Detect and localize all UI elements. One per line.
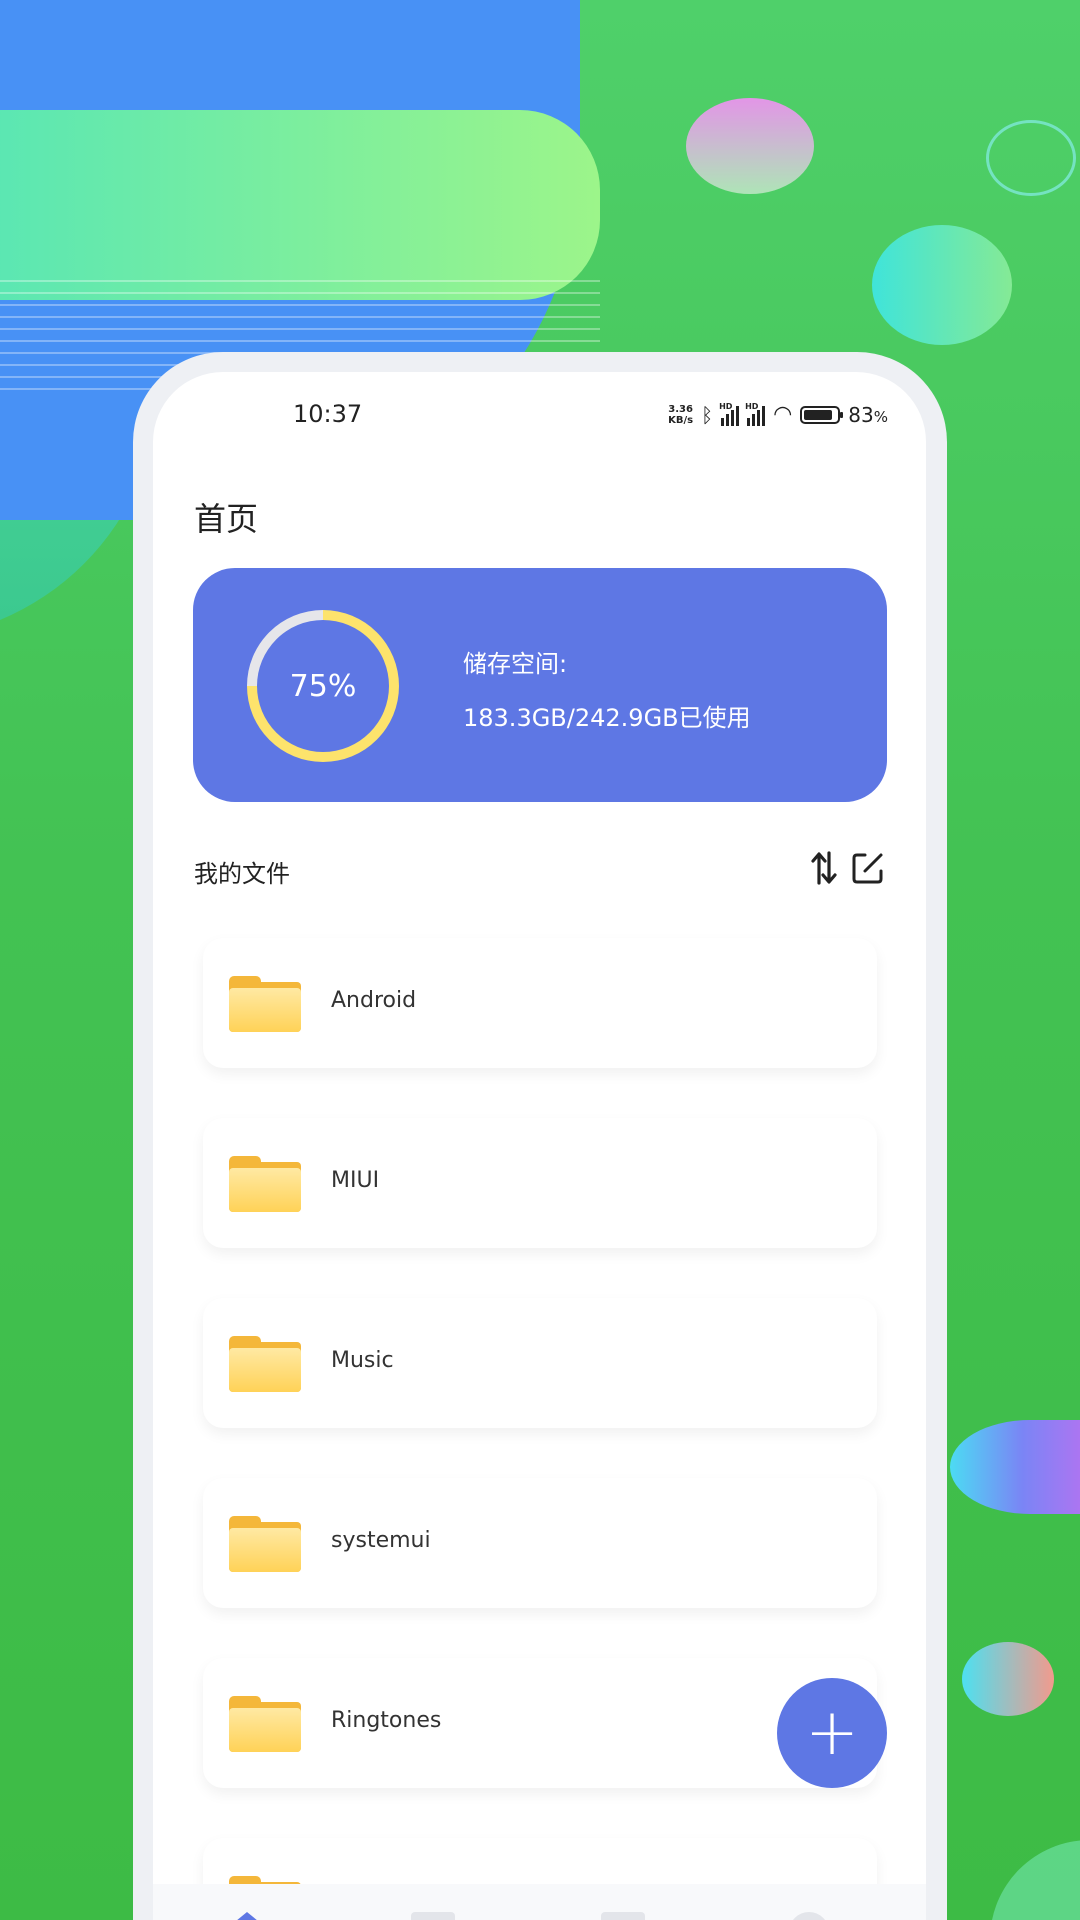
hd-label: HD: [719, 401, 733, 411]
status-bar: 10:37 3.36 KB/s ᛒ HD HD ◠ 83%: [153, 400, 926, 440]
home-icon: [225, 1912, 269, 1920]
files-section-header: 我的文件: [194, 848, 888, 892]
battery-level: 83%: [848, 403, 888, 427]
sort-button[interactable]: [804, 848, 844, 888]
folder-icon: [229, 1336, 301, 1392]
phone-screen: 10:37 3.36 KB/s ᛒ HD HD ◠ 83% 首页 75% 储存空…: [153, 372, 926, 1920]
battery-percent: 83: [848, 402, 874, 427]
file-item-music[interactable]: Music: [203, 1298, 877, 1428]
file-item-systemui[interactable]: systemui: [203, 1478, 877, 1608]
edit-icon: [852, 853, 883, 884]
bluetooth-icon: ᛒ: [701, 402, 714, 427]
decor-cyan-disc: [872, 225, 1012, 345]
folder-icon: [229, 1156, 301, 1212]
battery-icon: [800, 405, 844, 424]
net-speed: 3.36 KB/s: [668, 404, 693, 426]
decor-pink-disc: [686, 98, 814, 194]
file-name: Ringtones: [331, 1708, 442, 1733]
section-title: 我的文件: [194, 860, 290, 888]
sort-icon: [811, 851, 837, 885]
profile-icon: [789, 1912, 829, 1920]
wifi-icon: ◠: [773, 402, 793, 427]
file-icon: [411, 1912, 455, 1920]
storage-card[interactable]: 75% 储存空间: 183.3GB/242.9GB已使用: [193, 568, 887, 802]
nav-home[interactable]: [217, 1912, 277, 1920]
file-item-android[interactable]: Android: [203, 938, 877, 1068]
nav-folder[interactable]: [593, 1912, 653, 1920]
file-item-ringtones[interactable]: Ringtones: [203, 1658, 877, 1788]
hd-label: HD: [745, 401, 759, 411]
plus-icon: +: [805, 1696, 859, 1770]
storage-usage: 183.3GB/242.9GB已使用: [463, 704, 751, 732]
decor-tube: [950, 1420, 1080, 1514]
page-title: 首页: [194, 500, 259, 538]
decor-green-bar: [0, 110, 600, 300]
decor-ring: [986, 120, 1076, 196]
edit-button[interactable]: [848, 848, 888, 888]
folder-icon: [229, 976, 301, 1032]
nav-profile[interactable]: [779, 1912, 839, 1920]
background: 10:37 3.36 KB/s ᛒ HD HD ◠ 83% 首页 75% 储存空…: [0, 0, 1080, 1920]
status-time: 10:37: [293, 400, 363, 428]
net-speed-value: 3.36: [668, 403, 693, 415]
net-speed-unit: KB/s: [668, 414, 694, 426]
signal-icon: HD: [745, 401, 766, 426]
file-name: Music: [331, 1348, 394, 1373]
folder-icon: [601, 1912, 645, 1920]
signal-icon: HD: [719, 401, 740, 426]
add-button[interactable]: +: [777, 1678, 887, 1788]
battery-unit: %: [873, 407, 888, 426]
file-name: systemui: [331, 1528, 431, 1553]
folder-icon: [229, 1696, 301, 1752]
file-name: Android: [331, 988, 417, 1013]
status-icons: 3.36 KB/s ᛒ HD HD ◠ 83%: [668, 401, 888, 428]
bottom-nav: [153, 1884, 926, 1920]
file-name: MIUI: [331, 1168, 380, 1193]
nav-files[interactable]: [403, 1912, 463, 1920]
decor-egg: [962, 1642, 1054, 1716]
decor-leaf: [990, 1840, 1080, 1920]
storage-progress-ring: 75%: [247, 610, 399, 762]
storage-percent: 75%: [289, 668, 357, 704]
file-item-miui[interactable]: MIUI: [203, 1118, 877, 1248]
storage-label: 储存空间:: [463, 650, 568, 678]
folder-icon: [229, 1516, 301, 1572]
